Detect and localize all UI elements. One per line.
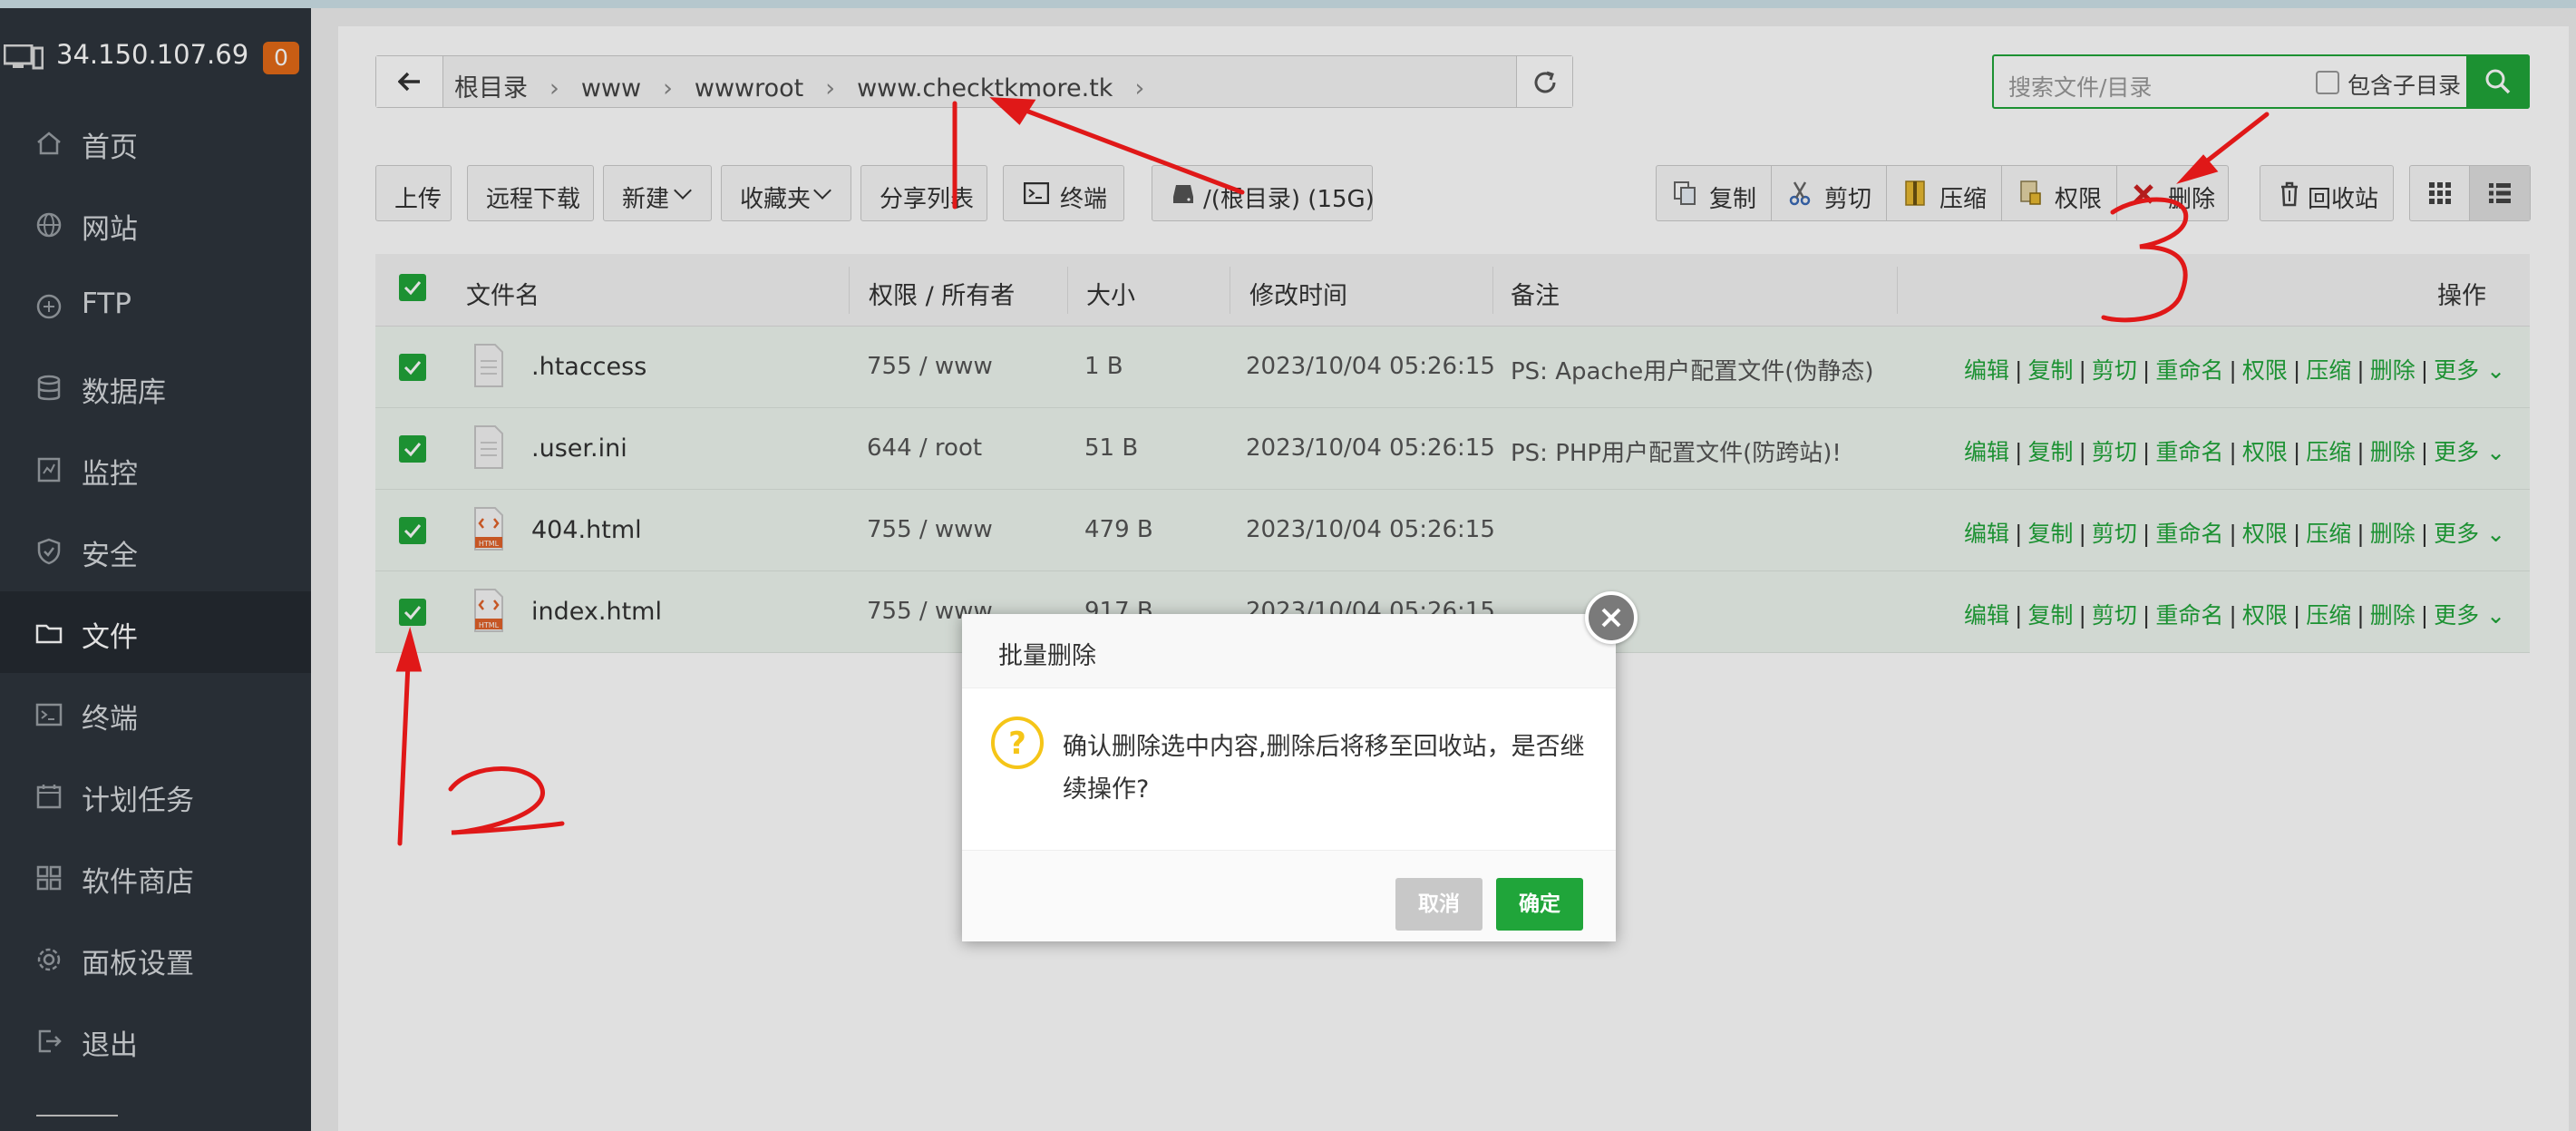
question-icon: ? bbox=[991, 717, 1044, 769]
modal-overlay[interactable] bbox=[0, 0, 2576, 1131]
dialog-title: 批量删除 bbox=[998, 642, 1096, 670]
dialog-titlebar: 批量删除 bbox=[962, 614, 1616, 688]
dialog-close-button[interactable] bbox=[1585, 591, 1638, 644]
dialog-footer: 取消 确定 bbox=[962, 850, 1616, 941]
confirm-button[interactable]: 确定 bbox=[1496, 878, 1583, 931]
dialog-message: 确认删除选中内容,删除后将移至回收站，是否继续操作? bbox=[1063, 733, 1585, 804]
close-icon bbox=[1601, 608, 1621, 628]
batch-delete-dialog: 批量删除 ? 确认删除选中内容,删除后将移至回收站，是否继续操作? 取消 确定 bbox=[962, 614, 1616, 941]
cancel-button[interactable]: 取消 bbox=[1395, 878, 1482, 931]
